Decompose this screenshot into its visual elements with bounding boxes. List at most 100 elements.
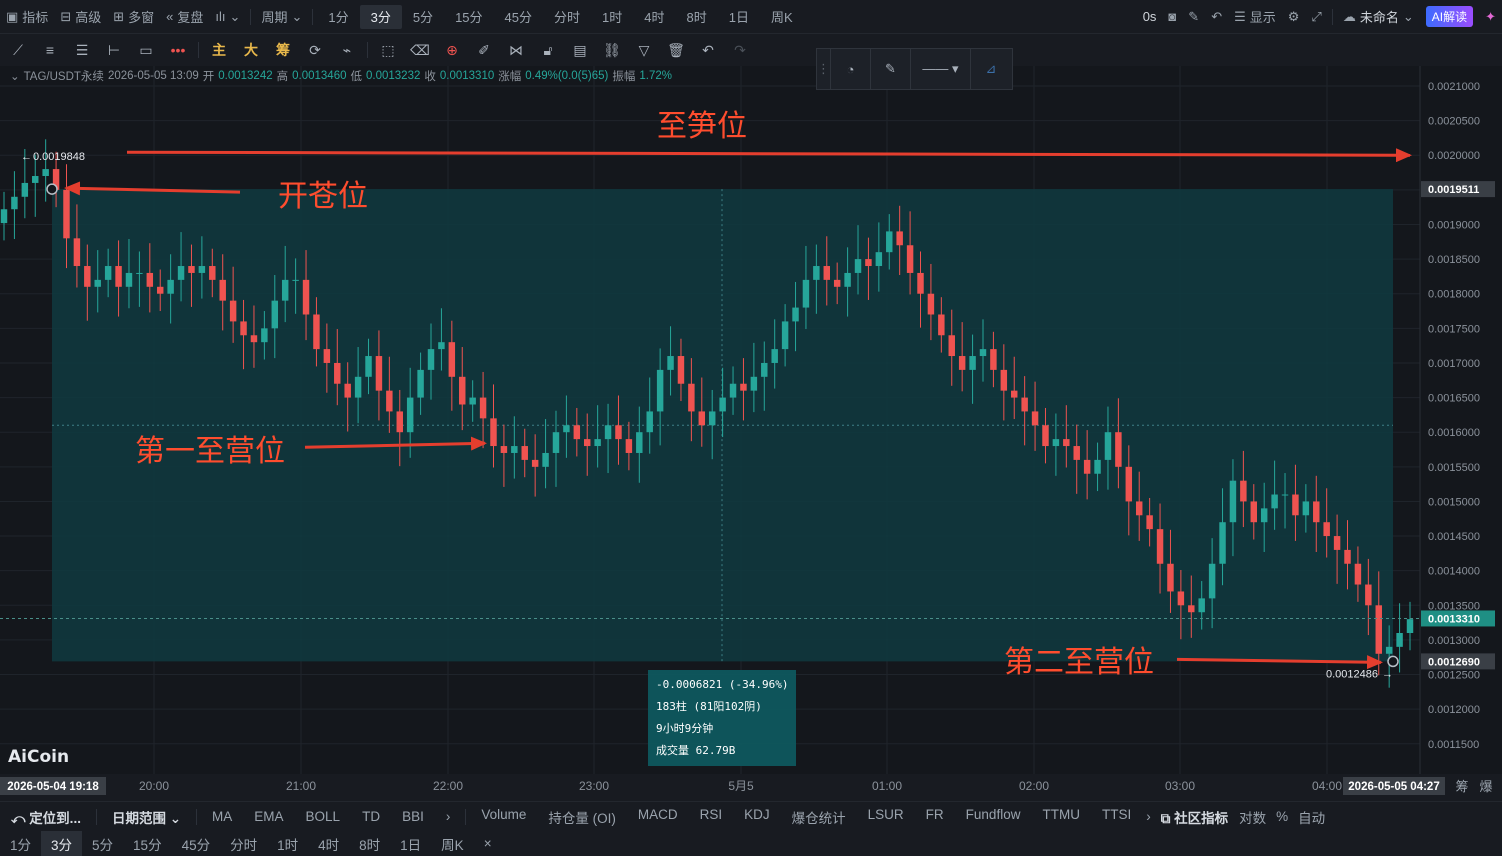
log-scale-toggle[interactable]: 对数 (1234, 807, 1271, 827)
range-start-handle[interactable] (46, 183, 58, 195)
cursor-icon[interactable]: ⬚ (372, 34, 404, 66)
lock-icon[interactable]: 🔓︎ (532, 34, 564, 66)
bottom-timeframe-tab[interactable]: 周K (431, 831, 474, 856)
bottom-timeframe-tab[interactable]: 45分 (172, 831, 221, 856)
bottom-timeframe-tab[interactable]: 1日 (390, 831, 431, 856)
settings-icon[interactable]: ⚙ (1282, 0, 1306, 34)
eraser-icon[interactable]: ⌫ (404, 34, 436, 66)
indicator-button[interactable]: TD (351, 809, 391, 824)
chevron-right-icon[interactable]: › (435, 809, 462, 824)
pattern-icon[interactable]: ⋈ (500, 34, 532, 66)
auto-scale-toggle[interactable]: 自动 (1293, 807, 1330, 827)
indicator-button[interactable]: BOLL (295, 809, 352, 824)
candle-type-dropdown[interactable]: ılı ⌄ (209, 0, 246, 34)
bottom-timeframe-tab[interactable]: 3分 (41, 831, 83, 856)
bottom-timeframe-tab[interactable]: 1时 (267, 831, 308, 856)
fullscreen-icon[interactable]: ⤢ (1305, 0, 1327, 34)
range-end-handle[interactable] (1387, 655, 1399, 668)
palette-icon[interactable]: ✦ (1479, 0, 1502, 34)
indicator-menu[interactable]: ▣ 指标 (0, 0, 54, 34)
timeframe-tab[interactable]: 5分 (402, 0, 444, 34)
indicator-button[interactable]: MA (201, 809, 243, 824)
horizontal-lines-icon[interactable]: ☰ (66, 34, 98, 66)
chevron-right-icon[interactable]: › (1142, 809, 1155, 824)
bottom-timeframe-tab[interactable]: 5分 (82, 831, 123, 856)
parallel-lines-icon[interactable]: ≡ (34, 34, 66, 66)
timeframe-tab[interactable]: 3分 (359, 4, 402, 29)
layout-dropdown[interactable]: ☁ 未命名 ⌄ (1337, 0, 1420, 34)
sub-indicator-button[interactable]: FR (915, 807, 955, 827)
pen-icon[interactable]: ✎ (871, 49, 911, 89)
percent-scale-toggle[interactable]: % (1271, 809, 1293, 824)
timeframe-tab[interactable]: 分时 (543, 0, 591, 34)
timeframe-tab[interactable]: 4时 (633, 0, 675, 34)
brush-icon[interactable]: ⌁ (331, 34, 363, 66)
timeframe-tab[interactable]: 15分 (444, 0, 493, 34)
community-indicator-button[interactable]: ⧉ 社区指标 (1155, 807, 1234, 827)
more-tools-icon[interactable]: ••• (162, 34, 194, 66)
template-icon[interactable]: ▤ (564, 34, 596, 66)
indicator-button[interactable]: BBI (391, 809, 435, 824)
bottom-timeframe-tab[interactable]: 15分 (123, 831, 172, 856)
filter-icon[interactable]: ▽ (628, 34, 660, 66)
bottom-timeframe-tab[interactable]: 4时 (308, 831, 349, 856)
sub-indicator-button[interactable]: RSI (689, 807, 734, 827)
pen-icon[interactable]: ✎ (1182, 0, 1205, 34)
redo-icon[interactable]: ↷ (724, 34, 756, 66)
sub-indicator-button[interactable]: 持仓量 (OI) (537, 807, 627, 827)
trash-icon[interactable]: 🗑︎ (660, 34, 692, 66)
bottom-timeframe-tab[interactable]: 8时 (349, 831, 390, 856)
timeframe-tab[interactable]: 1分 (317, 0, 359, 34)
big-order-button[interactable]: 大 (235, 34, 267, 66)
sub-indicator-button[interactable]: LSUR (857, 807, 915, 827)
collapse-icon[interactable]: ⌄ (10, 69, 20, 83)
date-range-dropdown[interactable]: 日期范围 ⌄ (101, 807, 192, 827)
liquidation-side-button[interactable]: 爆 (1479, 779, 1492, 794)
time-tick-label: 21:00 (286, 779, 316, 793)
multi-window-menu[interactable]: ⊞ 多窗 (107, 0, 160, 34)
period-dropdown[interactable]: 周期 ⌄ (255, 0, 308, 34)
advanced-menu[interactable]: ⊟ 高级 (54, 0, 107, 34)
sub-indicator-button[interactable]: Fundflow (955, 807, 1032, 827)
horizontal-ray-icon[interactable]: ⊢ (98, 34, 130, 66)
sub-indicator-button[interactable]: MACD (627, 807, 689, 827)
bottom-timeframe-tab[interactable]: 分时 (220, 831, 267, 856)
sub-indicator-button[interactable]: TTSI (1091, 807, 1142, 827)
main-indicator-button[interactable]: 主 (203, 34, 235, 66)
color-picker-icon[interactable]: ◔ (831, 49, 871, 89)
line-style-dropdown[interactable]: —— ▾ (911, 49, 971, 89)
chip-button[interactable]: 筹 (267, 34, 299, 66)
timeframe-tab[interactable]: 45分 (494, 0, 543, 34)
magnet-icon[interactable]: ⊕ (436, 34, 468, 66)
measure-icon[interactable]: ⊿ (971, 49, 1011, 89)
locate-button[interactable]: ⤺ 定位到... (0, 807, 92, 827)
undo-icon[interactable]: ↶ (692, 34, 724, 66)
sub-indicator-button[interactable]: TTMU (1031, 807, 1091, 827)
undo-icon[interactable]: ↶ (1205, 0, 1228, 34)
price-tick-label: 0.0012500 (1428, 670, 1480, 682)
rectangle-icon[interactable]: ▭ (130, 34, 162, 66)
link-icon[interactable]: ⛓︎ (596, 34, 628, 66)
replay-menu[interactable]: «复盘 (160, 0, 209, 34)
display-menu[interactable]: ☰ 显示 (1228, 0, 1282, 34)
chip-side-button[interactable]: 筹 (1455, 779, 1468, 794)
refresh-grid-icon[interactable]: ⟳ (299, 34, 331, 66)
candle-body (990, 349, 997, 370)
camera-icon[interactable]: ◙ (1162, 0, 1182, 34)
candlestick-chart[interactable]: 0.0019848← 0.0012486 → 至笋位开苍位第一至营位第二至营位 0.00… (0, 66, 1502, 801)
timeframe-tab[interactable]: 周K (760, 0, 804, 34)
sub-indicator-button[interactable]: Volume (470, 807, 537, 827)
timeframe-tab[interactable]: 1日 (718, 0, 760, 34)
line-tool-icon[interactable]: ⟋ (2, 34, 34, 66)
timeframe-tab[interactable]: 8时 (675, 0, 717, 34)
indicator-button[interactable]: EMA (243, 809, 294, 824)
sub-indicator-button[interactable]: 爆仓统计 (781, 807, 857, 827)
timeframe-tab[interactable]: 1时 (591, 0, 633, 34)
drag-handle-icon[interactable]: ⋮ (817, 49, 831, 89)
sub-indicator-button[interactable]: KDJ (733, 807, 781, 827)
candle-body (854, 259, 862, 273)
close-icon[interactable]: × (474, 831, 502, 856)
bottom-timeframe-tab[interactable]: 1分 (0, 831, 41, 856)
ai-explain-button[interactable]: AI解读 (1420, 0, 1479, 34)
highlighter-icon[interactable]: ✐ (468, 34, 500, 66)
